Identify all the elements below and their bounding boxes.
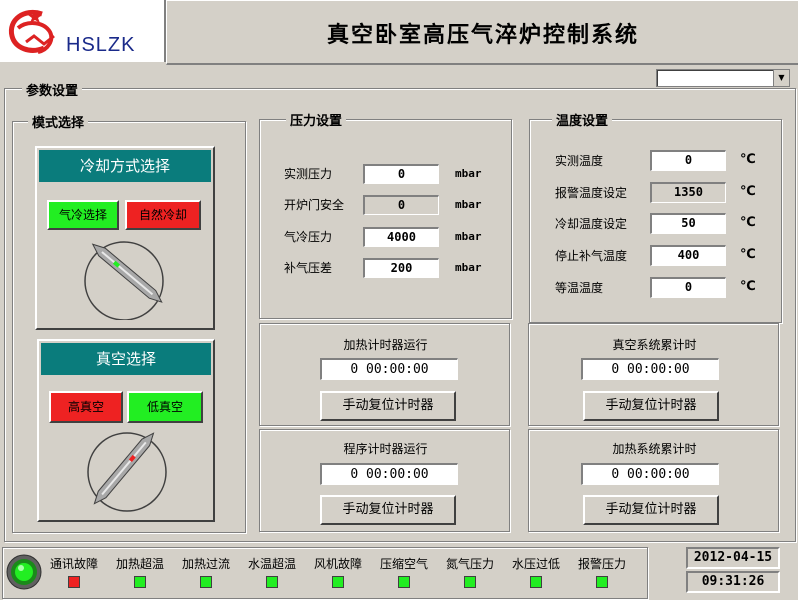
temperature-input[interactable]: 400 — [650, 245, 726, 266]
pressure-group — [259, 119, 512, 319]
heat-run-reset-button[interactable]: 手动复位计时器 — [320, 391, 456, 421]
cooling-title: 冷却方式选择 — [37, 148, 213, 184]
heat-run-timer-title: 加热计时器运行 — [343, 338, 428, 352]
pressure-input[interactable]: 200 — [363, 258, 439, 278]
vacuum-total-reset-button[interactable]: 手动复位计时器 — [583, 391, 719, 421]
vacuum-panel: 真空选择 高真空 低真空 — [37, 339, 215, 522]
vacuum-total-timer-panel: 真空系统累计时 0 00:00:00 手动复位计时器 — [528, 323, 779, 426]
params-legend: 参数设置 — [22, 80, 83, 99]
alarm-label: 通讯故障 — [49, 557, 98, 571]
alarm-lamp-icon — [266, 576, 278, 588]
alarm-label: 压缩空气 — [379, 557, 428, 571]
pressure-label: 开炉门安全 — [284, 198, 345, 212]
heat-total-reset-button[interactable]: 手动复位计时器 — [583, 495, 719, 525]
vacuum-selector-knob[interactable] — [83, 427, 171, 513]
mode-legend: 模式选择 — [28, 112, 89, 131]
heat-total-timer-value: 0 00:00:00 — [581, 463, 719, 485]
alarm-lamp-icon — [68, 576, 80, 588]
time-display: 09:31:26 — [686, 571, 780, 593]
status-bar: 通讯故障 加热超温 加热过流 水温超温 风机故障 压缩空气 氮气压力 水压过低 报警压力 201… — [0, 545, 798, 600]
alarm-lamp-icon — [530, 576, 542, 588]
cooling-selector-knob[interactable] — [81, 234, 167, 320]
high-vacuum-button[interactable]: 高真空 — [49, 391, 123, 423]
celsius-unit: ℃ — [740, 152, 756, 167]
temperature-input[interactable]: 0 — [650, 277, 726, 298]
alarm-lamp-icon — [134, 576, 146, 588]
pressure-input[interactable]: 0 — [363, 164, 439, 184]
alarm-lamp-icon — [398, 576, 410, 588]
heat-run-timer-value: 0 00:00:00 — [320, 358, 458, 380]
low-vacuum-button[interactable]: 低真空 — [127, 391, 203, 423]
program-run-timer-title: 程序计时器运行 — [343, 442, 428, 456]
pressure-label: 实测压力 — [284, 167, 333, 181]
title-bar: 真空卧室高压气淬炉控制系统 — [166, 0, 798, 65]
pressure-input: 0 — [363, 195, 439, 215]
alarm-label: 风机故障 — [313, 557, 362, 571]
heat-total-timer-panel: 加热系统累计时 0 00:00:00 手动复位计时器 — [528, 429, 779, 532]
temperature-input: 1350 — [650, 182, 726, 203]
pressure-unit: mbar — [455, 198, 482, 211]
pressure-input[interactable]: 4000 — [363, 227, 439, 247]
alarm-label: 加热过流 — [181, 557, 230, 571]
pressure-label: 补气压差 — [284, 261, 333, 275]
alarm-label: 报警压力 — [577, 557, 626, 571]
pressure-unit: mbar — [455, 167, 482, 180]
temperature-label: 停止补气温度 — [555, 249, 628, 263]
celsius-unit: ℃ — [740, 279, 756, 294]
page-title: 真空卧室高压气淬炉控制系统 — [326, 22, 639, 48]
logo: HSLZK — [0, 0, 166, 62]
vacuum-title: 真空选择 — [39, 341, 213, 377]
pressure-label: 气冷压力 — [284, 230, 333, 244]
header: HSLZK 真空卧室高压气淬炉控制系统 — [0, 0, 798, 65]
chevron-down-icon[interactable]: ▼ — [773, 70, 789, 86]
date-display: 2012-04-15 — [686, 547, 780, 569]
logo-icon — [8, 10, 55, 54]
logo-text: HSLZK — [66, 34, 136, 56]
power-indicator-icon — [6, 554, 42, 590]
natural-cooling-button[interactable]: 自然冷却 — [125, 200, 201, 230]
celsius-unit: ℃ — [740, 215, 756, 230]
vacuum-total-timer-title: 真空系统累计时 — [612, 338, 697, 352]
temperature-label: 实测温度 — [555, 154, 604, 168]
alarm-label: 水压过低 — [511, 557, 560, 571]
cooling-panel: 冷却方式选择 气冷选择 自然冷却 — [35, 146, 215, 330]
temperature-label: 冷却温度设定 — [555, 217, 628, 231]
program-run-timer-panel: 程序计时器运行 0 00:00:00 手动复位计时器 — [259, 429, 510, 532]
temperature-input[interactable]: 50 — [650, 213, 726, 234]
alarm-label: 氮气压力 — [445, 557, 494, 571]
heat-total-timer-title: 加热系统累计时 — [612, 442, 697, 456]
pressure-legend: 压力设置 — [286, 110, 347, 129]
temperature-legend: 温度设置 — [552, 110, 613, 129]
pressure-unit: mbar — [455, 261, 482, 274]
program-run-reset-button[interactable]: 手动复位计时器 — [320, 495, 456, 525]
celsius-unit: ℃ — [740, 247, 756, 262]
alarm-lamp-icon — [200, 576, 212, 588]
temperature-label: 等温温度 — [555, 281, 604, 295]
alarm-lamp-icon — [332, 576, 344, 588]
view-select[interactable]: ▼ — [656, 69, 790, 87]
vacuum-total-timer-value: 0 00:00:00 — [581, 358, 719, 380]
alarm-label: 水温超温 — [247, 557, 296, 571]
heat-run-timer-panel: 加热计时器运行 0 00:00:00 手动复位计时器 — [259, 323, 510, 426]
gas-cooling-button[interactable]: 气冷选择 — [47, 200, 119, 230]
alarm-label: 加热超温 — [115, 557, 164, 571]
temperature-input[interactable]: 0 — [650, 150, 726, 171]
celsius-unit: ℃ — [740, 184, 756, 199]
temperature-label: 报警温度设定 — [555, 186, 628, 200]
alarm-lamp-icon — [596, 576, 608, 588]
alarm-lamp-icon — [464, 576, 476, 588]
program-run-timer-value: 0 00:00:00 — [320, 463, 458, 485]
pressure-unit: mbar — [455, 230, 482, 243]
